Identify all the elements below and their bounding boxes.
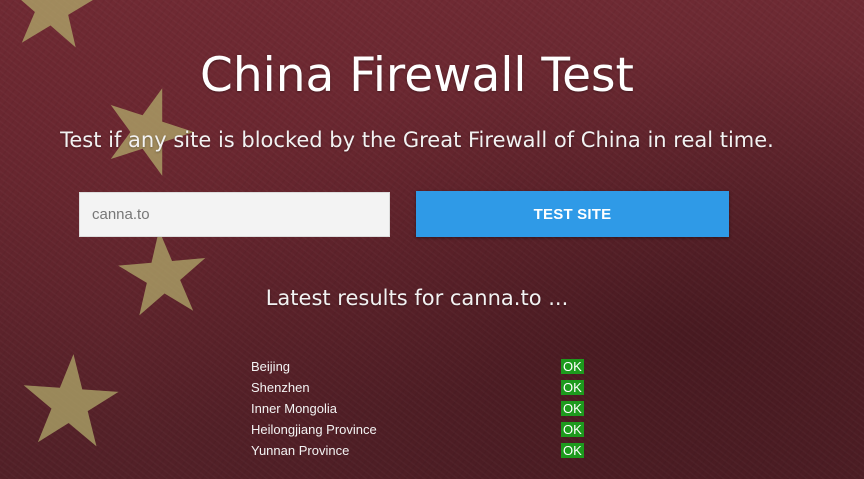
table-row: Yunnan Province OK	[251, 440, 591, 461]
page-title: China Firewall Test	[200, 48, 634, 103]
page-subtitle: Test if any site is blocked by the Great…	[60, 128, 774, 152]
table-row: Shenzhen OK	[251, 377, 591, 398]
status-badge: OK	[561, 380, 584, 395]
status-badge: OK	[561, 359, 584, 374]
results-table: Beijing OK Shenzhen OK Inner Mongolia OK…	[251, 356, 591, 461]
main-content: China Firewall Test Test if any site is …	[0, 0, 864, 479]
status-badge: OK	[561, 443, 584, 458]
status-badge: OK	[561, 422, 584, 437]
status-badge: OK	[561, 401, 584, 416]
table-row: Beijing OK	[251, 356, 591, 377]
results-heading: Latest results for canna.to ...	[265, 286, 569, 310]
location-name: Shenzhen	[251, 380, 310, 395]
test-site-button[interactable]: TEST SITE	[416, 191, 729, 237]
location-name: Yunnan Province	[251, 443, 350, 458]
location-name: Heilongjiang Province	[251, 422, 377, 437]
table-row: Inner Mongolia OK	[251, 398, 591, 419]
table-row: Heilongjiang Province OK	[251, 419, 591, 440]
site-url-input[interactable]	[79, 192, 390, 237]
location-name: Beijing	[251, 359, 291, 374]
location-name: Inner Mongolia	[251, 401, 337, 416]
